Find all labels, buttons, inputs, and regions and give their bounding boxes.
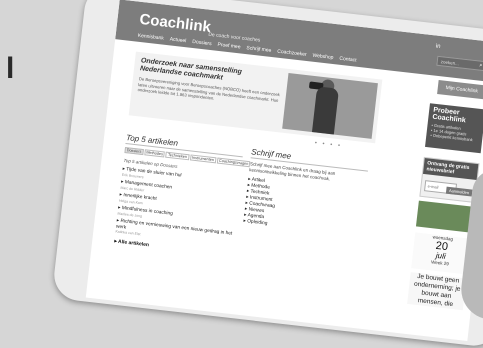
schrijf-mee-section: Schrijf mee Schrijf mee aan Coachlink en… bbox=[243, 147, 370, 238]
nav-proef-mee[interactable]: Proef mee bbox=[217, 39, 241, 54]
linkedin-icon[interactable]: in bbox=[435, 44, 440, 50]
nav-contact[interactable]: Contact bbox=[339, 53, 357, 67]
tablet-screen: Coachlink De coach voor coaches in zoeke… bbox=[85, 0, 483, 341]
tab-technieken[interactable]: Technieken bbox=[165, 151, 190, 161]
nav-kennisbank[interactable]: Kennisbank bbox=[137, 30, 164, 45]
background-letter: l bbox=[6, 52, 15, 85]
nav-schrijf-mee[interactable]: Schrijf mee bbox=[246, 42, 272, 57]
probeer-box[interactable]: Probeer Coachlink • Gratis artikelen • 1… bbox=[425, 103, 483, 154]
nav-webshop[interactable]: Webshop bbox=[312, 50, 334, 64]
tab-instrumenten[interactable]: Instrumenten bbox=[189, 154, 217, 164]
subscribe-button[interactable]: Aanmelden bbox=[445, 186, 473, 197]
newsletter-box: Ontvang de gratis nieuwsbrief Aanmelden bbox=[419, 156, 480, 203]
hero-photo bbox=[282, 73, 378, 139]
promo-image[interactable] bbox=[415, 200, 475, 233]
date-card: woensdag 20 juli Week 29 bbox=[411, 232, 471, 275]
top5-section: Top 5 artikelen Dossiers Methodes Techni… bbox=[114, 133, 251, 257]
nav-coachzoeker[interactable]: Coachzoeker bbox=[277, 46, 308, 61]
nav-dossiers[interactable]: Dossiers bbox=[192, 36, 213, 50]
tab-coachingsvragen[interactable]: Coachingsvragen bbox=[216, 157, 251, 168]
newsletter-title: Ontvang de gratis nieuwsbrief bbox=[422, 157, 479, 180]
nav-actueel[interactable]: Actueel bbox=[169, 33, 187, 47]
tablet-device: Coachlink De coach voor coaches in zoeke… bbox=[51, 0, 483, 348]
carousel-dots[interactable]: • • • • bbox=[314, 140, 342, 149]
quote-text: Je bouwt geen onderneming; je bouwt aan … bbox=[407, 272, 467, 311]
mijn-coachlink-button[interactable]: Mijn Coachlink bbox=[437, 80, 483, 100]
person-figure bbox=[311, 86, 340, 135]
tab-methodes[interactable]: Methodes bbox=[144, 149, 166, 158]
tab-dossiers[interactable]: Dossiers bbox=[124, 146, 144, 156]
